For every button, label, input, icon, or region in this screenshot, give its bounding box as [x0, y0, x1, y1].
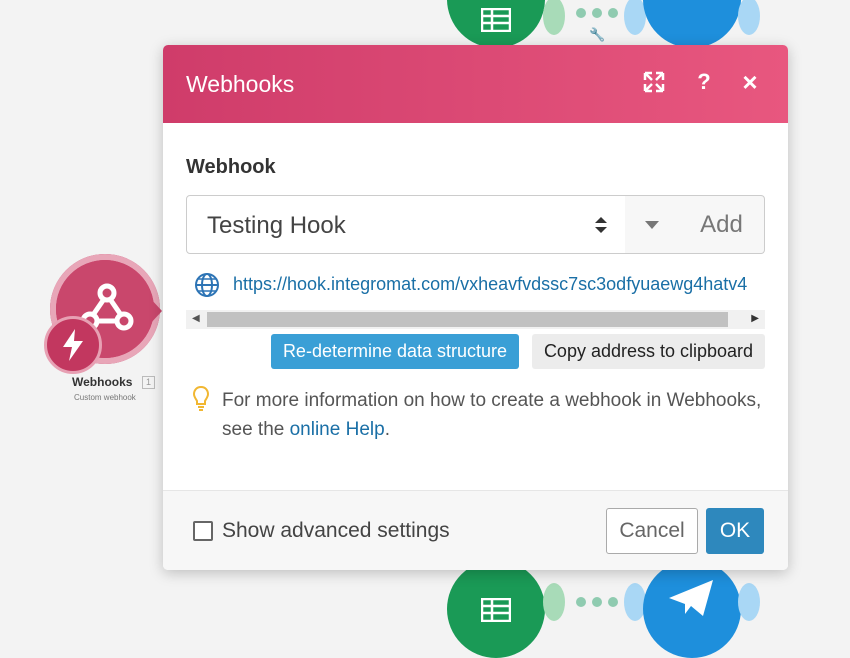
trigger-bolt-badge[interactable] [44, 316, 102, 374]
webhook-select-value: Testing Hook [207, 212, 346, 239]
help-info-end: . [384, 419, 390, 440]
telegram-icon [669, 580, 713, 616]
cancel-button[interactable]: Cancel [606, 508, 698, 554]
webhooks-dialog: Webhooks ? × Webhook Testing Hook Add ht… [163, 45, 788, 570]
webhook-module-pointer [150, 298, 162, 324]
sheets-connector-ring [543, 0, 565, 35]
globe-icon [195, 273, 219, 297]
connection-dots-top [576, 8, 618, 18]
telegram-outer-ring [738, 0, 760, 35]
add-webhook-button[interactable]: Add [679, 195, 765, 254]
webhook-field-label: Webhook [186, 156, 276, 178]
lightbulb-icon [192, 385, 210, 411]
advanced-settings-checkbox[interactable] [193, 521, 213, 541]
scroll-right-arrow-icon[interactable]: ▶ [751, 313, 759, 324]
scroll-left-arrow-icon[interactable]: ◀ [192, 313, 200, 324]
url-scrollbar[interactable]: ◀ ▶ [186, 310, 765, 329]
dialog-title: Webhooks [186, 71, 295, 97]
module-number-badge: 1 [142, 376, 156, 389]
webhook-url[interactable]: https://hook.integromat.com/vxheavfvdssc… [233, 274, 765, 295]
expand-icon[interactable] [639, 67, 669, 97]
sheets-connector-ring [543, 583, 565, 621]
scrollbar-thumb[interactable] [207, 312, 728, 327]
google-sheets-module-bottom[interactable] [447, 560, 545, 658]
sheets-icon [481, 598, 511, 622]
dialog-footer: Show advanced settings Cancel OK [163, 490, 788, 570]
close-icon[interactable]: × [735, 67, 765, 97]
lightning-icon [63, 329, 83, 361]
sort-arrows-icon [595, 217, 607, 233]
sheets-icon [481, 8, 511, 32]
webhook-select[interactable]: Testing Hook [186, 195, 627, 254]
telegram-module-top[interactable] [643, 0, 741, 48]
connection-dots-bottom [576, 597, 618, 607]
advanced-settings-label[interactable]: Show advanced settings [222, 519, 450, 543]
wrench-icon[interactable]: 🔧 [589, 27, 605, 43]
telegram-outer-ring [738, 583, 760, 621]
online-help-link[interactable]: online Help [290, 419, 385, 440]
help-icon[interactable]: ? [689, 67, 719, 97]
webhook-dropdown-button[interactable] [625, 195, 680, 254]
dialog-header: Webhooks ? × [163, 45, 788, 123]
help-info-text: For more information on how to create a … [222, 386, 767, 444]
telegram-module-bottom[interactable] [643, 560, 741, 658]
module-name: Webhooks [72, 375, 133, 389]
chevron-down-icon [645, 221, 659, 229]
ok-button[interactable]: OK [706, 508, 764, 554]
google-sheets-module-top[interactable] [447, 0, 545, 48]
module-subtitle: Custom webhook [74, 393, 136, 402]
copy-address-button[interactable]: Copy address to clipboard [532, 334, 765, 369]
redetermine-data-structure-button[interactable]: Re-determine data structure [271, 334, 519, 369]
